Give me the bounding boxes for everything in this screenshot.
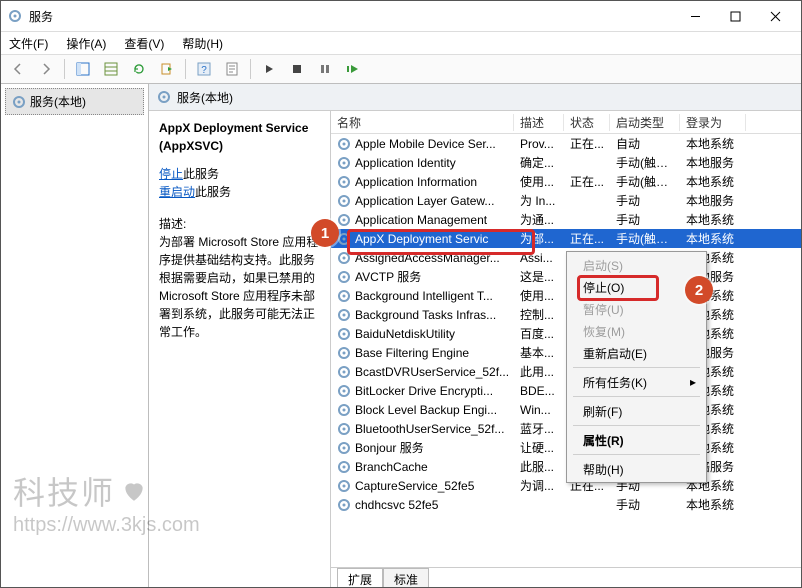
media-restart-button[interactable] [340, 57, 366, 81]
gear-icon [337, 270, 351, 284]
breadcrumb: 服务(本地) [149, 84, 801, 111]
help-button[interactable]: ? [191, 57, 217, 81]
table-row[interactable]: Application Information使用...正在...手动(触发..… [331, 172, 801, 191]
gear-icon [337, 479, 351, 493]
breadcrumb-label: 服务(本地) [177, 89, 233, 106]
menubar: 文件(F) 操作(A) 查看(V) 帮助(H) [1, 32, 801, 55]
table-row[interactable]: Apple Mobile Device Ser...Prov...正在...自动… [331, 134, 801, 153]
separator [185, 59, 186, 79]
menu-help[interactable]: 帮助(H) [180, 35, 225, 52]
gear-icon [337, 213, 351, 227]
tree-root-label: 服务(本地) [30, 93, 86, 110]
stop-link[interactable]: 停止 [159, 167, 183, 181]
gear-icon [337, 346, 351, 360]
media-start-button[interactable] [256, 57, 282, 81]
gear-icon [337, 194, 351, 208]
gear-icon [337, 365, 351, 379]
col-startup[interactable]: 启动类型 [610, 114, 680, 131]
separator [64, 59, 65, 79]
col-logon[interactable]: 登录为 [680, 114, 746, 131]
context-item: 暂停(U) [569, 298, 704, 320]
gear-icon [157, 90, 171, 104]
titlebar: 服务 [1, 1, 801, 32]
gear-icon [337, 441, 351, 455]
desc-label: 描述: [159, 215, 320, 233]
tab-extended[interactable]: 扩展 [337, 568, 383, 588]
col-desc[interactable]: 描述 [514, 114, 564, 131]
gear-icon [337, 327, 351, 341]
table-row[interactable]: Application Layer Gatew...为 In...手动本地服务 [331, 191, 801, 210]
detail-pane: AppX Deployment Service (AppXSVC) 停止此服务 … [149, 111, 331, 588]
gear-icon [337, 175, 351, 189]
gear-icon [12, 95, 26, 109]
gear-icon [337, 137, 351, 151]
menu-file[interactable]: 文件(F) [7, 35, 50, 52]
context-item[interactable]: 属性(R) [569, 429, 704, 451]
restart-link[interactable]: 重启动 [159, 185, 195, 199]
desc-text: 为部署 Microsoft Store 应用程序提供基础结构支持。此服务根据需要… [159, 233, 320, 341]
col-status[interactable]: 状态 [564, 114, 610, 131]
svg-text:?: ? [201, 65, 207, 76]
context-item[interactable]: 所有任务(K)▸ [569, 371, 704, 393]
table-row[interactable]: Application Management为通...手动本地系统 [331, 210, 801, 229]
context-item: 恢复(M) [569, 320, 704, 342]
context-item: 启动(S) [569, 254, 704, 276]
properties-button[interactable] [219, 57, 245, 81]
export-button[interactable] [154, 57, 180, 81]
view-list-button[interactable] [98, 57, 124, 81]
separator [250, 59, 251, 79]
context-item[interactable]: 刷新(F) [569, 400, 704, 422]
minimize-button[interactable] [675, 2, 715, 30]
context-item[interactable]: 帮助(H) [569, 458, 704, 480]
table-row[interactable]: AppX Deployment Servic为部...正在...手动(触发...… [331, 229, 801, 248]
nav-back-button[interactable] [5, 57, 31, 81]
context-item[interactable]: 重新启动(E) [569, 342, 704, 364]
app-icon [7, 8, 23, 24]
tab-standard[interactable]: 标准 [383, 568, 429, 588]
gear-icon [337, 308, 351, 322]
table-row[interactable]: chdhcsvc 52fe5手动本地系统 [331, 495, 801, 514]
context-menu: 启动(S)停止(O)暂停(U)恢复(M)重新启动(E) 所有任务(K)▸ 刷新(F)… [566, 251, 707, 483]
selected-service-name: AppX Deployment Service (AppXSVC) [159, 119, 320, 155]
close-button[interactable] [755, 2, 795, 30]
gear-icon [337, 498, 351, 512]
refresh-button[interactable] [126, 57, 152, 81]
nav-fwd-button[interactable] [33, 57, 59, 81]
view-details-button[interactable] [70, 57, 96, 81]
window-title: 服务 [29, 8, 675, 25]
col-name[interactable]: 名称 [331, 114, 514, 131]
gear-icon [337, 251, 351, 265]
table-row[interactable]: Application Identity确定...手动(触发...本地服务 [331, 153, 801, 172]
gear-icon [337, 384, 351, 398]
media-stop-button[interactable] [284, 57, 310, 81]
menu-action[interactable]: 操作(A) [64, 35, 108, 52]
gear-icon [337, 289, 351, 303]
context-item[interactable]: 停止(O) [569, 276, 704, 298]
tree-root[interactable]: 服务(本地) [5, 88, 144, 115]
gear-icon [337, 460, 351, 474]
detail-tabs: 扩展 标准 [331, 567, 801, 588]
toolbar: ? [1, 55, 801, 84]
gear-icon [337, 156, 351, 170]
menu-view[interactable]: 查看(V) [122, 35, 166, 52]
maximize-button[interactable] [715, 2, 755, 30]
column-headers[interactable]: 名称 描述 状态 启动类型 登录为 [331, 111, 801, 134]
services-window: 服务 文件(F) 操作(A) 查看(V) 帮助(H) ? 服务(本地) [0, 0, 802, 588]
tree-pane: 服务(本地) [1, 84, 149, 588]
media-pause-button[interactable] [312, 57, 338, 81]
gear-icon [337, 422, 351, 436]
gear-icon [337, 403, 351, 417]
gear-icon [337, 232, 351, 246]
